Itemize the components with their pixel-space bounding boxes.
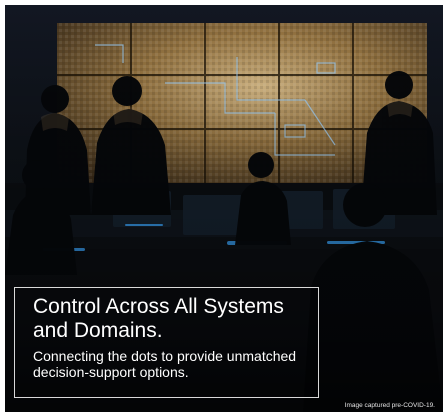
image-footnote: Image captured pre-COVID-19. [344, 402, 435, 409]
headline: Control Across All Systems and Domains. [33, 295, 284, 342]
image-frame: Control Across All Systems and Domains. … [0, 0, 448, 417]
caption-box: Control Across All Systems and Domains. … [14, 287, 319, 398]
control-room-photo: Control Across All Systems and Domains. … [5, 5, 443, 412]
subheadline: Connecting the dots to provide unmatched… [33, 348, 297, 380]
